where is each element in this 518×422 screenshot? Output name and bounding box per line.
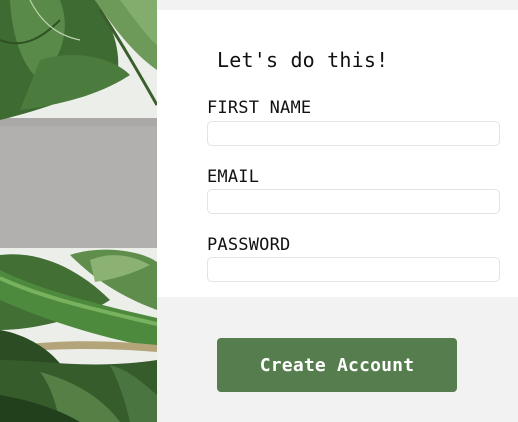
password-input[interactable] <box>207 257 500 282</box>
monstera-leaves-image <box>0 0 157 422</box>
email-input[interactable] <box>207 189 500 214</box>
form-title: Let's do this! <box>217 48 389 72</box>
first-name-label: FIRST NAME <box>207 98 312 118</box>
form-actions: Create Account <box>157 297 518 422</box>
first-name-input[interactable] <box>207 121 500 146</box>
email-label: EMAIL <box>207 167 260 187</box>
signup-form-card: Let's do this! FIRST NAME EMAIL PASSWORD <box>157 10 518 297</box>
monstera-leaves-illustration <box>0 0 157 422</box>
password-label: PASSWORD <box>207 235 291 255</box>
top-strip <box>157 0 518 10</box>
create-account-button[interactable]: Create Account <box>217 338 457 392</box>
